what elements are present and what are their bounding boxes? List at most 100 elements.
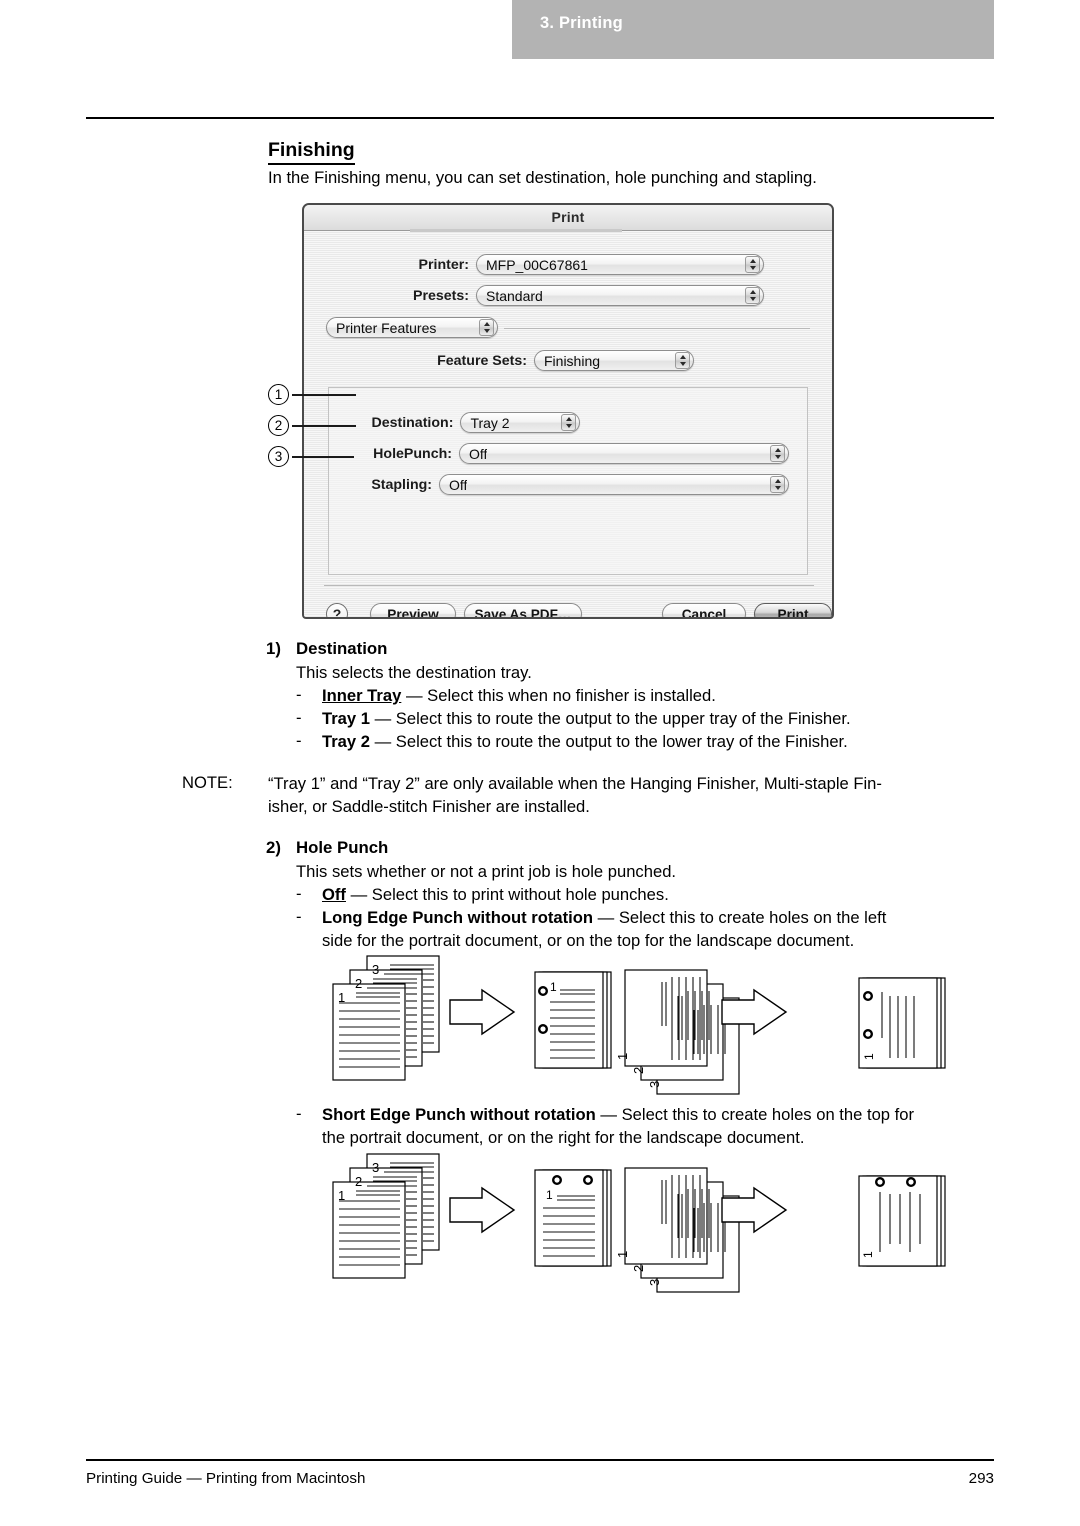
presets-select-value: Standard [486,287,543,304]
dialog-footer-divider [324,585,814,586]
svg-text:1: 1 [861,1251,875,1258]
svg-text:1: 1 [338,990,345,1005]
svg-text:3: 3 [372,1160,379,1175]
callout-2-leader [292,425,356,427]
pane-select[interactable]: Printer Features [326,317,498,338]
svg-text:2: 2 [631,1067,646,1074]
bullet-dash: - [296,685,302,704]
bottom-rule [86,1459,994,1461]
chevron-updown-icon [561,414,576,431]
holepunch-item-long-edge-term: Long Edge Punch without rotation [322,908,593,927]
section-2-body: This sets whether or not a print job is … [296,862,677,881]
destination-item-tray-2: Tray 2 — Select this to route the output… [322,731,848,754]
callout-1: 1 [268,384,289,405]
bullet-dash: - [296,884,302,903]
stapling-label: Stapling: [371,476,432,493]
destination-item-tray-1: Tray 1 — Select this to route the output… [322,708,851,731]
stapling-row: Stapling: Off [304,474,798,495]
svg-text:1: 1 [615,1251,630,1258]
svg-text:1: 1 [338,1188,345,1203]
holepunch-item-off-desc: — Select this to print without hole punc… [345,885,669,904]
svg-text:1: 1 [615,1053,630,1060]
svg-text:1: 1 [862,1053,876,1060]
destination-item-inner-tray-desc: — Select this when no finisher is instal… [401,686,716,705]
holepunch-item-short-edge: Short Edge Punch without rotation — Sele… [322,1104,914,1127]
bullet-dash: - [296,731,302,750]
holepunch-item-off: Off — Select this to print without hole … [322,884,669,907]
note-line-2: isher, or Saddle-stitch Finisher are ins… [268,797,590,816]
section-1-title: Destination [296,639,388,658]
chevron-updown-icon [745,287,760,304]
stapling-select-value: Off [449,476,468,493]
save-as-pdf-button[interactable]: Save As PDF… [464,603,582,617]
callout-1-leader [292,394,356,396]
feature-sets-label: Feature Sets: [437,352,527,369]
pane-divider [504,328,810,329]
chevron-updown-icon [745,256,760,273]
chevron-updown-icon [770,445,785,462]
svg-text:3: 3 [647,1279,662,1286]
footer-text: Printing Guide — Printing from Macintosh [86,1470,366,1487]
page-number: 293 [968,1470,994,1487]
bullet-dash: - [296,1104,302,1123]
destination-item-inner-tray-term: Inner Tray [322,686,402,705]
destination-item-inner-tray: Inner Tray — Select this when no finishe… [322,685,716,708]
destination-select-value: Tray 2 [470,414,510,431]
chevron-updown-icon [479,319,494,336]
printer-row: Printer: MFP_00C67861 [304,254,764,275]
feature-sets-select-value: Finishing [544,352,601,369]
callout-2: 2 [268,415,289,436]
cancel-button[interactable]: Cancel [662,603,746,617]
holepunch-item-short-edge-desc: — Select this to create holes on the top… [595,1105,915,1124]
section-2-number: 2) [266,838,281,857]
holepunch-item-long-edge-desc: — Select this to create holes on the lef… [593,908,887,927]
dialog-titlebar: Print [304,205,832,232]
svg-text:2: 2 [631,1265,646,1272]
callout-3: 3 [268,446,289,467]
top-rule [86,117,994,119]
destination-select[interactable]: Tray 2 [460,412,580,433]
svg-text:1: 1 [546,1188,553,1202]
destination-item-tray-2-desc: — Select this to route the output to the… [369,732,848,751]
printer-select[interactable]: MFP_00C67861 [476,254,764,275]
presets-row: Presets: Standard [304,285,764,306]
holepunch-item-short-edge-term: Short Edge Punch without rotation [322,1105,596,1124]
holepunch-label: HolePunch: [373,445,452,462]
holepunch-select-value: Off [469,445,488,462]
section-1-number: 1) [266,639,281,658]
print-button[interactable]: Print [754,603,832,617]
preview-button[interactable]: Preview [370,603,456,617]
chevron-updown-icon [675,352,690,369]
destination-label: Destination: [371,414,454,431]
holepunch-item-short-edge-line2: the portrait document, or on the right f… [322,1128,805,1147]
destination-item-tray-1-term: Tray 1 [322,709,370,728]
holepunch-row: HolePunch: Off [304,443,798,464]
help-button[interactable]: ? [326,603,348,617]
destination-item-tray-2-term: Tray 2 [322,732,370,751]
presets-select[interactable]: Standard [476,285,764,306]
svg-text:1: 1 [550,980,557,994]
holepunch-select[interactable]: Off [459,443,789,464]
chapter-header-bar: 3. Printing [512,0,994,59]
printer-select-value: MFP_00C67861 [486,256,588,273]
presets-label: Presets: [413,287,469,304]
intro-paragraph: In the Finishing menu, you can set desti… [268,168,817,187]
bullet-dash: - [296,708,302,727]
feature-sets-select[interactable]: Finishing [534,350,694,371]
page-title: Finishing [268,139,355,166]
section-1-body: This selects the destination tray. [296,663,532,682]
titlebar-sheen [410,229,622,232]
bullet-dash: - [296,907,302,926]
holepunch-item-long-edge: Long Edge Punch without rotation — Selec… [322,907,886,930]
feature-sets-row: Feature Sets: Finishing [304,350,694,371]
svg-text:2: 2 [355,976,362,991]
note-label: NOTE: [182,773,233,792]
short-edge-punch-illustration: 3 2 1 1 3 2 1 1 [322,1148,994,1305]
svg-text:3: 3 [372,962,379,977]
print-dialog: Print Printer: MFP_00C67861 Presets: Sta… [302,203,834,619]
chevron-updown-icon [770,476,785,493]
stapling-select[interactable]: Off [439,474,789,495]
destination-row: Destination: Tray 2 [304,412,580,433]
pane-select-value: Printer Features [336,319,437,336]
dialog-title: Print [551,209,585,225]
